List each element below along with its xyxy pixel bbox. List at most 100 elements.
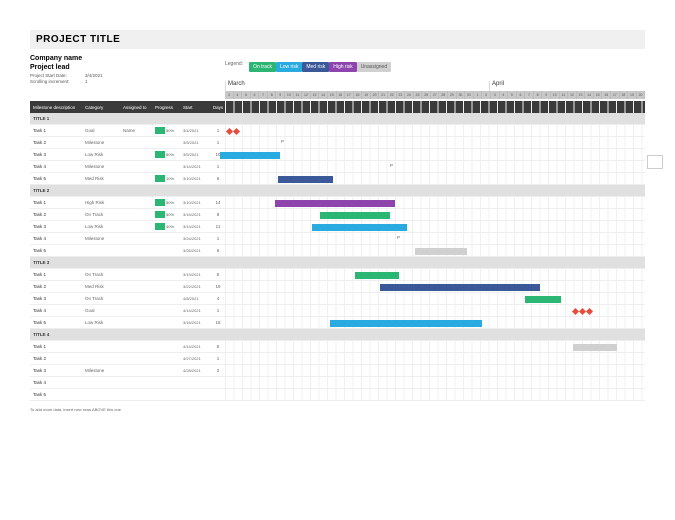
section-title: TITLE 3 [30, 260, 85, 265]
gantt-bar [355, 272, 399, 279]
section-title-row[interactable]: TITLE 1 [30, 113, 645, 125]
day-cell: 4 [234, 91, 243, 99]
meta-value: 1 [85, 79, 88, 84]
task-row[interactable]: Task 3 Low Risk 40% 3/14/2021 11 [30, 221, 645, 233]
day-cell: 30 [457, 91, 466, 99]
section-title-row[interactable]: TITLE 2 [30, 185, 645, 197]
task-row[interactable]: Task 2 4/27/2021 1 [30, 353, 645, 365]
day-cell: 16 [602, 91, 611, 99]
task-row[interactable]: Task 3 Milestone 4/28/2021 2 [30, 365, 645, 377]
gantt-row [225, 365, 645, 376]
day-cell: 1 [474, 91, 483, 99]
task-start: 3/16/2021 [183, 320, 211, 325]
gantt-bar [380, 284, 540, 291]
day-cell: 16 [337, 91, 346, 99]
task-row[interactable]: Task 3 Low Risk 60% 3/5/2021 10 [30, 149, 645, 161]
task-row[interactable]: Task 2 On Track 50% 3/15/2021 8 [30, 209, 645, 221]
task-row[interactable]: Task 1 High Risk 50% 3/10/2021 14 [30, 197, 645, 209]
task-category: Milestone [85, 236, 123, 241]
day-cell: 3 [491, 91, 500, 99]
task-category: Low Risk [85, 224, 123, 229]
task-desc: Task 2 [30, 356, 85, 361]
task-desc: Task 3 [30, 224, 85, 229]
task-row[interactable]: Task 1 On Track 3/19/2021 5 [30, 269, 645, 281]
task-progress: 50% [155, 127, 183, 134]
progress-text: 10% [166, 176, 174, 181]
gantt-row [225, 209, 645, 220]
legend-item: High risk [329, 62, 356, 72]
progress-bar [155, 175, 165, 182]
task-category: Med Risk [85, 284, 123, 289]
gantt-row: P [225, 161, 645, 172]
gantt-row [225, 197, 645, 208]
day-cell: 27 [431, 91, 440, 99]
progress-text: 50% [166, 212, 174, 217]
task-start: 3/5/2021 [183, 152, 211, 157]
meta-label: Project Start Date: [30, 73, 85, 78]
task-days: 8 [211, 212, 225, 217]
day-cell: 18 [354, 91, 363, 99]
gantt-bar [278, 176, 333, 183]
task-category: Med Risk [85, 176, 123, 181]
task-row[interactable]: Task 4 Milestone 3/24/2021 1 P [30, 233, 645, 245]
task-row[interactable]: Task 5 Med Risk 10% 3/10/2021 6 [30, 173, 645, 185]
project-lead: Project lead [30, 64, 225, 71]
task-category: On Track [85, 272, 123, 277]
legend: Legend: On trackLow riskMed riskHigh ris… [225, 55, 645, 73]
col-progress: Progress [155, 105, 183, 110]
gantt-row [225, 317, 645, 328]
gantt-row: P [225, 137, 645, 148]
task-row[interactable]: Task 5 Low Risk 3/16/2021 18 [30, 317, 645, 329]
task-row[interactable]: Task 3 On Track 4/8/2021 4 [30, 293, 645, 305]
task-start: 3/14/2021 [183, 164, 211, 169]
day-cell: 28 [439, 91, 448, 99]
task-desc: Task 3 [30, 152, 85, 157]
task-start: 3/24/2021 [183, 236, 211, 241]
day-cell: 5 [242, 91, 251, 99]
legend-item: Med risk [302, 62, 329, 72]
progress-bar [155, 223, 165, 230]
section-title-row[interactable]: TITLE 4 [30, 329, 645, 341]
day-cell: 3 [225, 91, 234, 99]
task-days: 4 [211, 296, 225, 301]
col-category: Category [85, 105, 123, 110]
section-title-row[interactable]: TITLE 3 [30, 257, 645, 269]
gantt-row [225, 173, 645, 184]
legend-label: Legend: [225, 61, 243, 67]
day-cell: 13 [577, 91, 586, 99]
day-cell: 9 [276, 91, 285, 99]
day-cell: 12 [568, 91, 577, 99]
task-row[interactable]: Task 1 4/14/2021 5 [30, 341, 645, 353]
section-title: TITLE 2 [30, 188, 85, 193]
task-row[interactable]: Task 2 Milestone 3/5/2021 1 P [30, 137, 645, 149]
legend-item: On track [249, 62, 276, 72]
col-assigned: Assigned to [123, 105, 155, 110]
task-days: 19 [211, 284, 225, 289]
progress-text: 50% [166, 128, 174, 133]
day-cell: 26 [422, 91, 431, 99]
task-row[interactable]: Task 2 Med Risk 3/22/2021 19 [30, 281, 645, 293]
task-days: 2 [211, 368, 225, 373]
task-days: 6 [211, 248, 225, 253]
task-row[interactable]: Task 4 [30, 377, 645, 389]
task-row[interactable]: Task 1 Goal Name 50% 3/4/2021 1 [30, 125, 645, 137]
task-desc: Task 3 [30, 296, 85, 301]
col-start: Start [183, 105, 211, 110]
month-label: March [225, 81, 489, 91]
task-row[interactable]: Task 4 Milestone 3/14/2021 1 P [30, 161, 645, 173]
gantt-diamond [233, 127, 240, 134]
task-category: On Track [85, 212, 123, 217]
task-row[interactable]: Task 4 Goal 4/14/2021 1 [30, 305, 645, 317]
gantt-row [225, 125, 645, 136]
gantt-row [225, 341, 645, 352]
gantt-row [225, 293, 645, 304]
day-cell: 22 [388, 91, 397, 99]
task-desc: Task 5 [30, 248, 85, 253]
day-cell: 14 [319, 91, 328, 99]
task-row[interactable]: Task 5 3/26/2021 6 [30, 245, 645, 257]
task-row[interactable]: Task 5 [30, 389, 645, 401]
gantt-bar [312, 224, 407, 231]
task-desc: Task 4 [30, 236, 85, 241]
legend-item: Low risk [276, 62, 302, 72]
task-desc: Task 2 [30, 284, 85, 289]
